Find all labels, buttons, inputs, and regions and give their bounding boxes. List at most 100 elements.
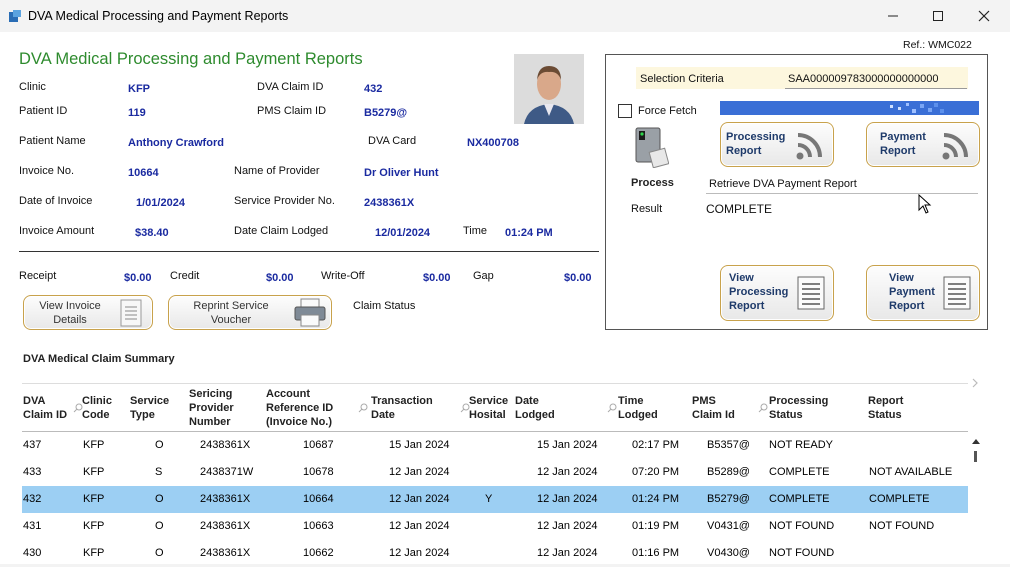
table-cell: B5279@ [707,493,750,505]
table-cell: NOT FOUND [869,520,935,532]
minimize-icon [888,15,898,17]
payment-report-button[interactable]: Payment Report [866,122,980,167]
column-header[interactable]: Date Lodged [515,394,555,422]
dva-claim-id-label: DVA Claim ID [257,81,324,93]
date-lodged-value: 12/01/2024 [375,227,431,239]
table-cell: 02:17 PM [632,439,680,451]
column-header[interactable]: PMS Claim Id [692,394,735,422]
minimize-button[interactable] [880,6,906,26]
selection-criteria-label: Selection Criteria [640,73,724,85]
column-header[interactable]: Time Lodged [618,394,658,422]
report-icon [797,276,825,310]
table-cell: Y [485,493,493,505]
processing-report-button[interactable]: Processing Report [720,122,834,167]
table-cell: 2438361X [200,547,251,559]
column-header[interactable]: Account Reference ID (Invoice No.) [266,387,333,429]
table-cell: O [155,547,164,559]
maximize-button[interactable] [925,6,951,26]
table-cell: V0431@ [707,520,750,532]
column-search-icon[interactable] [460,403,470,413]
column-header[interactable]: Service Type [130,394,169,422]
window-titlebar: DVA Medical Processing and Payment Repor… [0,0,1010,32]
ref-code: Ref.: WMC022 [903,39,972,51]
view-payment-report-label: View Payment Report [889,272,935,312]
table-cell: 12 Jan 2024 [389,520,450,532]
table-cell: KFP [83,493,105,505]
maximize-icon [933,11,943,21]
progress-pattern-icon [890,103,944,113]
selection-criteria-input[interactable]: SAA000009783000000000000 [785,71,967,89]
table-row[interactable]: 431 KFP O 2438361X 10663 12 Jan 2024 12 Jan 20… [22,513,968,540]
table-cell: 10687 [303,439,334,451]
column-search-icon[interactable] [607,403,617,413]
close-button[interactable] [971,6,997,26]
column-search-icon[interactable] [358,403,368,413]
writeoff-value: $0.00 [423,272,451,284]
patient-id-label: Patient ID [19,105,68,117]
dva-card-value: NX400708 [467,137,519,149]
table-cell: 10663 [303,520,334,532]
reprint-service-voucher-button[interactable]: Reprint Service Voucher [168,295,332,330]
column-header[interactable]: Transaction Date [371,394,433,422]
column-search-icon[interactable] [73,403,83,413]
result-value: COMPLETE [706,202,773,216]
table-cell: 01:24 PM [632,493,680,505]
claim-status-label: Claim Status [353,300,416,312]
table-cell: 12 Jan 2024 [389,493,450,505]
table-cell: 01:19 PM [632,520,680,532]
scroll-up-icon[interactable] [972,436,980,446]
view-invoice-details-button[interactable]: View Invoice Details [23,295,153,330]
table-cell: NOT FOUND [769,520,835,532]
table-cell: 430 [23,547,42,559]
provider-no-value: 2438361X [364,197,415,209]
force-fetch-checkbox[interactable] [618,104,632,118]
view-payment-report-button[interactable]: View Payment Report [866,265,980,321]
column-header[interactable]: Sericing Provider Number [189,387,234,429]
view-processing-report-label: View Processing Report [729,272,789,312]
table-cell: S [155,466,163,478]
table-row[interactable]: 432 KFP O 2438361X 10664 12 Jan 2024 Y 12 Jan 2… [22,486,968,513]
table-cell: 10664 [303,493,334,505]
table-cell: COMPLETE [769,493,830,505]
view-processing-report-button[interactable]: View Processing Report [720,265,834,321]
table-cell: O [155,493,164,505]
force-fetch-label: Force Fetch [638,105,697,117]
table-row[interactable]: 433 KFP S 2438371W 10678 12 Jan 2024 12 Jan 20… [22,459,968,486]
writeoff-label: Write-Off [321,270,365,282]
table-cell: 12 Jan 2024 [537,520,598,532]
column-header[interactable]: Clinic Code [82,394,112,422]
table-cell: 12 Jan 2024 [389,466,450,478]
column-search-icon[interactable] [758,403,768,413]
pms-claim-id-label: PMS Claim ID [257,105,327,117]
close-icon [978,10,990,22]
date-lodged-label: Date Claim Lodged [234,225,329,237]
vertical-scrollbar[interactable] [972,436,980,562]
table-cell: 2438361X [200,493,251,505]
progress-bar [720,101,979,115]
table-cell: NOT AVAILABLE [869,466,953,478]
provider-name-value: Dr Oliver Hunt [364,167,439,179]
gap-value: $0.00 [564,272,592,284]
scroll-right-icon[interactable] [970,377,980,389]
table-cell: 12 Jan 2024 [537,547,598,559]
column-header[interactable]: Report Status [868,394,903,422]
table-row[interactable]: 430 KFP O 2438361X 10662 12 Jan 2024 12 Jan 20… [22,540,968,567]
table-cell: 10662 [303,547,334,559]
scrollbar-thumb[interactable] [974,451,977,462]
table-row[interactable]: 437 KFP O 2438361X 10687 15 Jan 2024 15 Jan 20… [22,432,968,459]
payment-report-label: Payment Report [880,131,926,157]
invoice-amount-value: $38.40 [135,227,169,239]
table-cell: KFP [83,466,105,478]
credit-value: $0.00 [266,272,294,284]
pms-claim-id-value: B5279@ [364,107,408,119]
column-header[interactable]: Service Hosital [469,394,508,422]
table-cell: NOT READY [769,439,833,451]
invoice-no-label: Invoice No. [19,165,75,177]
divider [19,251,599,252]
table-cell: 433 [23,466,42,478]
result-label: Result [631,203,663,215]
table-cell: 437 [23,439,42,451]
column-header[interactable]: Processing Status [769,394,828,422]
column-header[interactable]: DVA Claim ID [23,394,67,422]
table-cell: 07:20 PM [632,466,680,478]
